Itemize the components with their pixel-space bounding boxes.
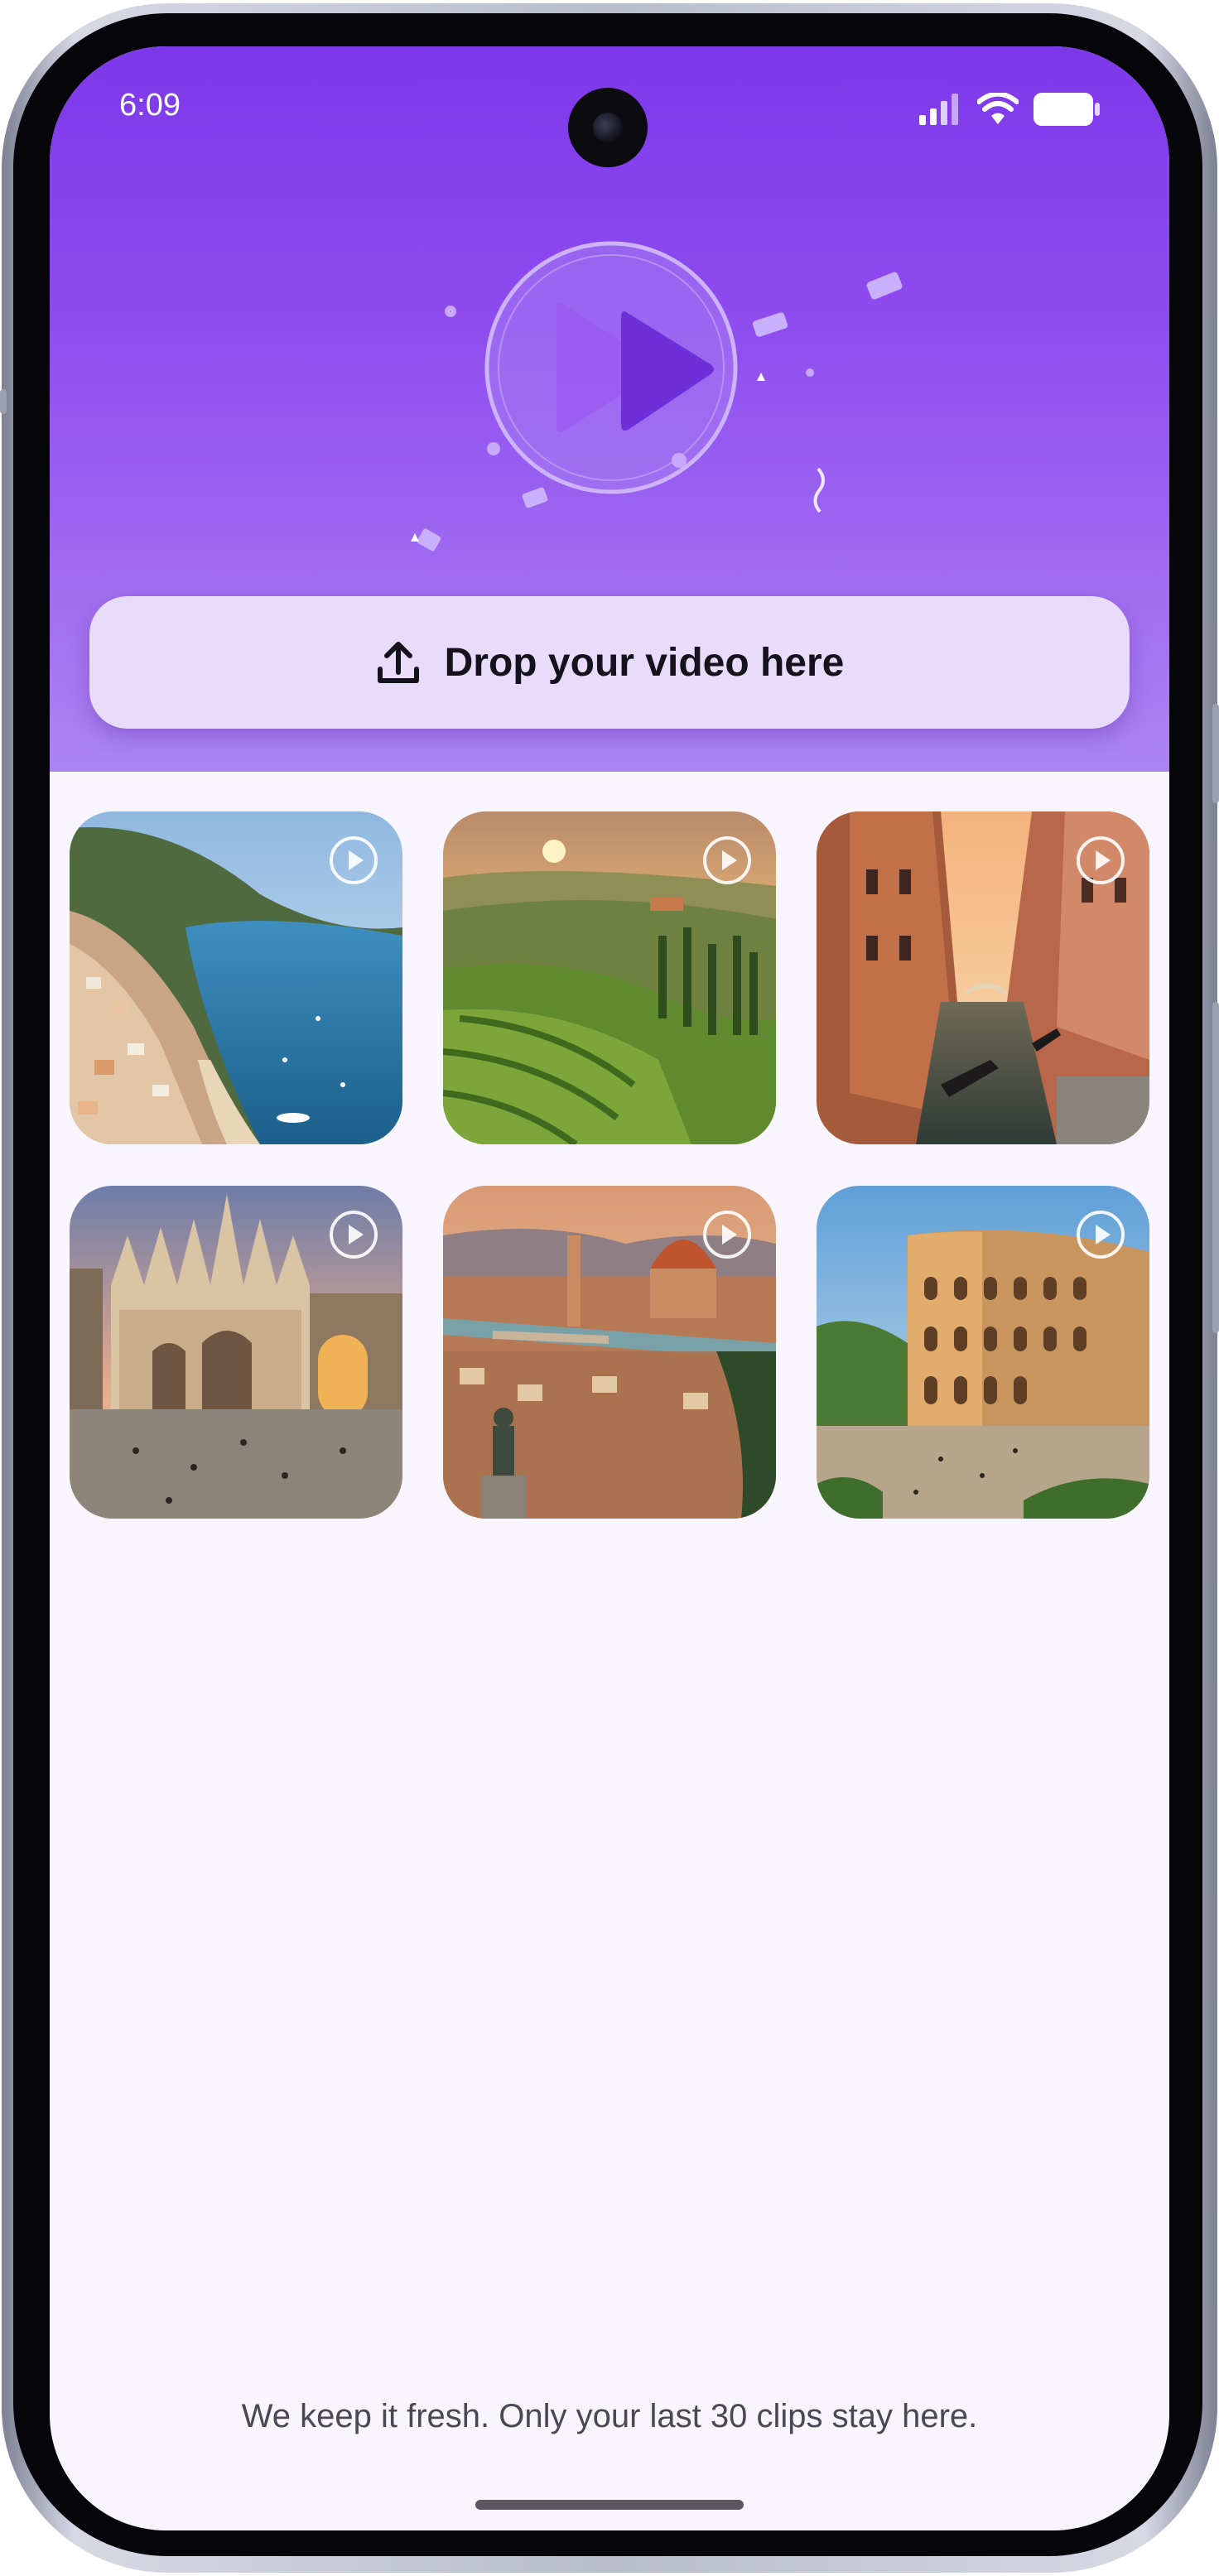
upload-icon (377, 642, 419, 683)
video-gallery (70, 811, 1149, 1519)
front-camera (568, 88, 648, 167)
side-button (1212, 1002, 1219, 1333)
volume-button (0, 389, 7, 414)
play-circle-icon (1077, 1211, 1125, 1259)
play-circle-icon (330, 836, 378, 884)
video-thumbnail-city-dome[interactable] (443, 1186, 776, 1519)
play-circle-icon (703, 836, 751, 884)
drop-video-button[interactable]: Drop your video here (89, 596, 1130, 729)
video-thumbnail-canal[interactable] (817, 811, 1149, 1144)
video-thumbnail-cathedral[interactable] (70, 1186, 402, 1519)
drop-video-label: Drop your video here (444, 640, 845, 685)
video-thumbnail-coastal-village[interactable] (70, 811, 402, 1144)
status-icons (919, 93, 1100, 126)
battery-icon (1034, 93, 1100, 126)
status-time: 6:09 (119, 88, 181, 123)
app-screen: 6:09 Drop your video here We keep it fre… (50, 46, 1169, 2530)
wifi-icon (977, 93, 1019, 124)
side-button (1212, 704, 1219, 803)
play-circle-icon (1077, 836, 1125, 884)
signal-icon (919, 94, 958, 125)
video-thumbnail-vineyard[interactable] (443, 811, 776, 1144)
confetti-decoration (411, 272, 903, 551)
home-indicator[interactable] (475, 2500, 744, 2510)
retention-note: We keep it fresh. Only your last 30 clip… (241, 2398, 978, 2434)
video-thumbnail-amphitheater[interactable] (817, 1186, 1149, 1519)
play-circle-icon (330, 1211, 378, 1259)
play-circle-icon (703, 1211, 751, 1259)
hero-header: 6:09 Drop your video here (50, 46, 1169, 772)
